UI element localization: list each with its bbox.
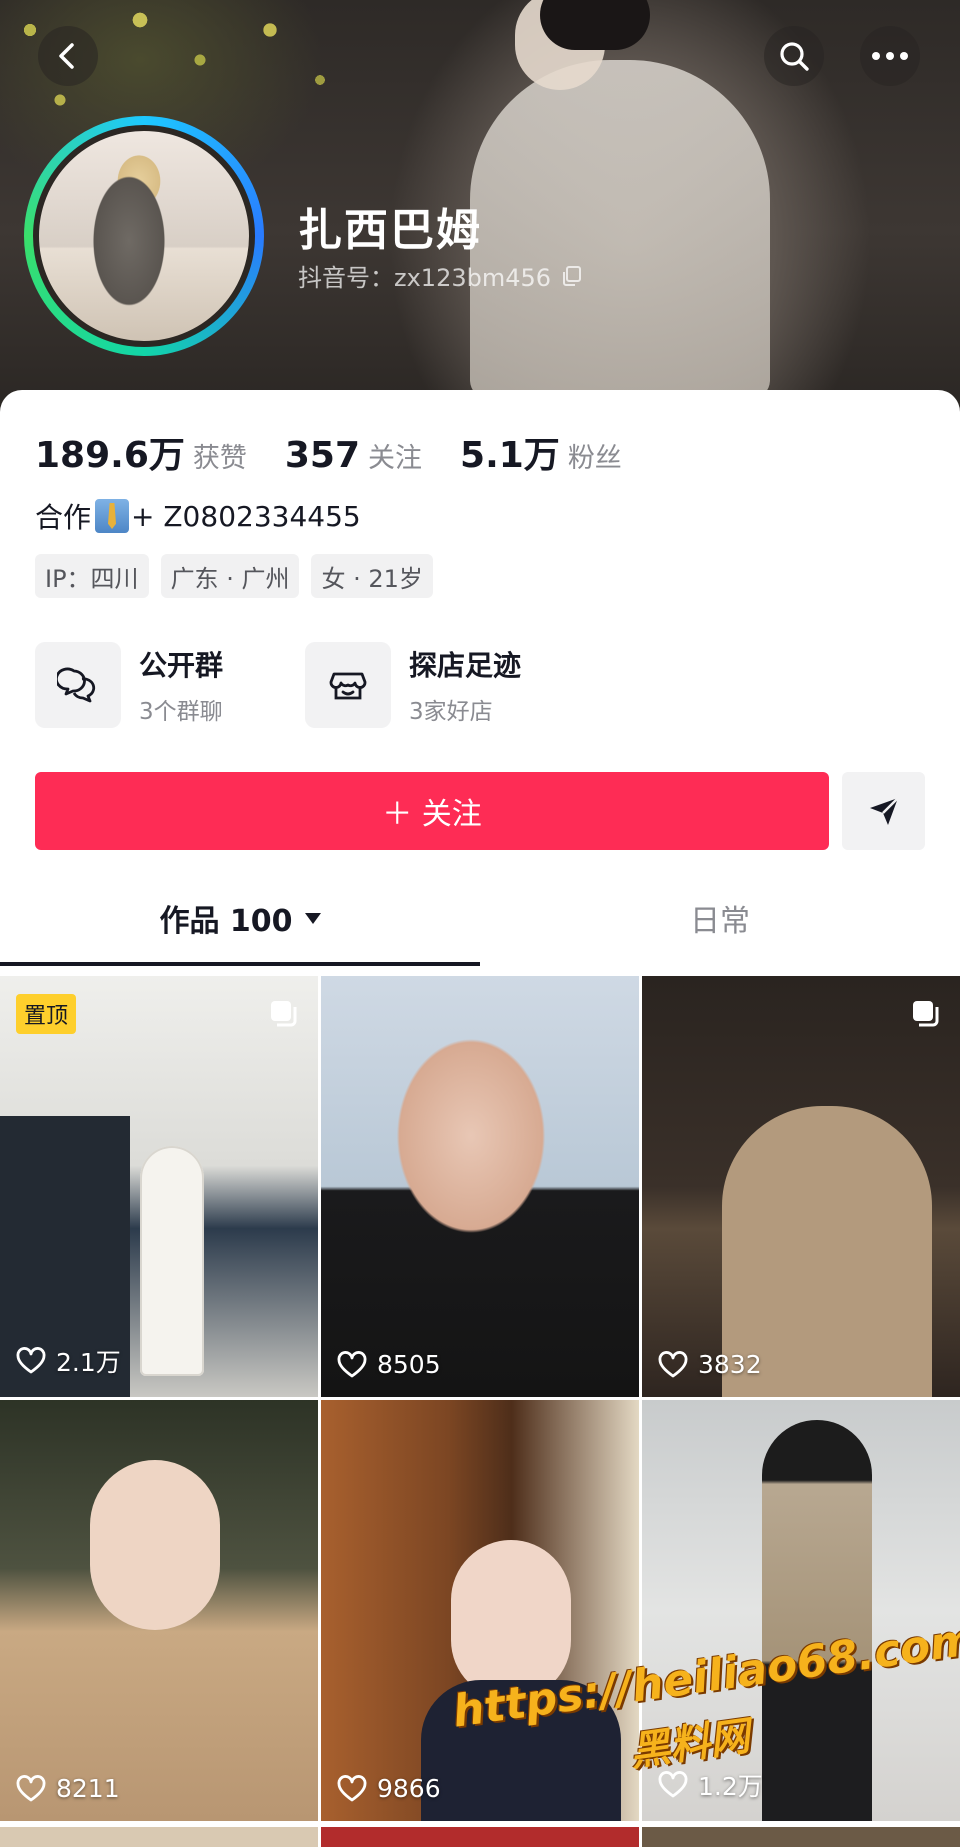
stat-likes[interactable]: 189.6万 获赞 xyxy=(35,426,247,478)
stat-value: 5.1万 xyxy=(460,435,560,476)
feature-subtitle: 3家好店 xyxy=(409,699,493,725)
profile-bio: 合作 + Z0802334455 xyxy=(35,496,361,536)
multi-image-icon xyxy=(271,1001,297,1027)
search-icon xyxy=(780,42,809,71)
tab-daily-label: 日常 xyxy=(690,904,750,939)
search-button[interactable] xyxy=(764,26,824,86)
feature-title: 探店足迹 xyxy=(409,649,522,682)
like-count: 8211 xyxy=(56,1774,120,1803)
banner-figure-hair xyxy=(540,0,650,50)
feature-store-visits[interactable]: 探店足迹 3家好店 xyxy=(305,642,539,728)
stat-value: 357 xyxy=(284,435,361,476)
douyin-id[interactable]: 抖音号：zx123bm456 xyxy=(298,258,583,293)
send-icon xyxy=(869,797,899,825)
feature-title: 公开群 xyxy=(139,649,224,682)
video-thumbnail[interactable]: 8505 xyxy=(321,976,639,1397)
heart-icon xyxy=(337,1774,367,1801)
content-tabs: 作品 100 日常 xyxy=(0,870,960,966)
stat-following[interactable]: 357 关注 xyxy=(285,435,422,476)
tab-daily[interactable]: 日常 xyxy=(480,870,960,966)
stat-label: 获赞 xyxy=(192,443,247,474)
bio-prefix: 合作 xyxy=(35,501,92,534)
video-likes: 1.2万 xyxy=(658,1767,763,1803)
copy-icon[interactable] xyxy=(561,265,583,287)
video-likes: 3832 xyxy=(658,1350,762,1379)
more-dots-icon xyxy=(872,52,908,60)
video-thumbnail[interactable]: 8211 xyxy=(0,1400,318,1821)
back-button[interactable] xyxy=(38,26,98,86)
follow-button-label: ＋ 关注 xyxy=(382,797,482,832)
stat-label: 关注 xyxy=(368,443,423,474)
avatar-ring[interactable] xyxy=(24,116,264,356)
douyin-id-text: 抖音号：zx123bm456 xyxy=(298,264,552,292)
thumb-person xyxy=(762,1420,872,1821)
necktie-icon xyxy=(95,499,130,533)
like-count: 9866 xyxy=(377,1774,441,1803)
stat-label: 粉丝 xyxy=(567,443,622,474)
tab-works-label: 作品 100 xyxy=(159,904,293,939)
heart-icon xyxy=(658,1350,688,1377)
thumb-person xyxy=(140,1146,204,1376)
stat-value: 189.6万 xyxy=(35,435,185,476)
follow-button[interactable]: ＋ 关注 xyxy=(35,772,829,850)
heart-icon xyxy=(16,1774,46,1801)
tag-location: 广东 · 广州 xyxy=(160,554,300,598)
chevron-left-icon xyxy=(59,43,74,69)
active-tab-indicator xyxy=(0,962,480,966)
video-grid-next-row[interactable] xyxy=(0,1827,960,1847)
video-thumbnail[interactable]: 置顶 2.1万 xyxy=(0,976,318,1397)
video-likes: 8505 xyxy=(337,1350,441,1379)
stat-followers[interactable]: 5.1万 粉丝 xyxy=(460,426,622,478)
video-thumbnail[interactable]: 3832 xyxy=(642,976,960,1397)
bio-contact: + Z0802334455 xyxy=(131,499,361,533)
video-likes: 2.1万 xyxy=(16,1343,121,1379)
like-count: 3832 xyxy=(698,1350,762,1379)
like-count: 2.1万 xyxy=(56,1348,121,1377)
banner-figure xyxy=(470,60,770,400)
tab-works[interactable]: 作品 100 xyxy=(0,870,480,966)
shop-icon xyxy=(305,642,391,728)
video-likes: 9866 xyxy=(337,1774,441,1803)
more-button[interactable] xyxy=(860,26,920,86)
feature-subtitle: 3个群聊 xyxy=(139,699,223,725)
thumb-person xyxy=(90,1460,220,1630)
like-count: 1.2万 xyxy=(698,1772,763,1801)
caret-down-icon[interactable] xyxy=(304,912,321,924)
tag-gender-age: 女 · 21岁 xyxy=(311,554,433,598)
avatar[interactable] xyxy=(33,125,255,347)
tag-ip: IP：四川 xyxy=(35,554,149,598)
heart-icon xyxy=(658,1771,688,1798)
feature-entries: 公开群 3个群聊 探店足迹 3家好店 xyxy=(35,642,539,728)
pinned-badge: 置顶 xyxy=(16,994,77,1034)
heart-icon xyxy=(337,1350,367,1377)
video-likes: 8211 xyxy=(16,1774,120,1803)
like-count: 8505 xyxy=(377,1350,441,1379)
profile-tags: IP：四川 广东 · 广州 女 · 21岁 xyxy=(35,554,433,598)
feature-public-group[interactable]: 公开群 3个群聊 xyxy=(35,642,269,728)
profile-nickname: 扎西巴姆 xyxy=(298,205,482,256)
share-button[interactable] xyxy=(842,772,925,850)
chat-bubbles-icon xyxy=(35,642,121,728)
stats-row: 189.6万 获赞 357 关注 5.1万 粉丝 xyxy=(35,426,660,478)
heart-icon xyxy=(16,1347,46,1374)
multi-image-icon xyxy=(913,1001,939,1027)
